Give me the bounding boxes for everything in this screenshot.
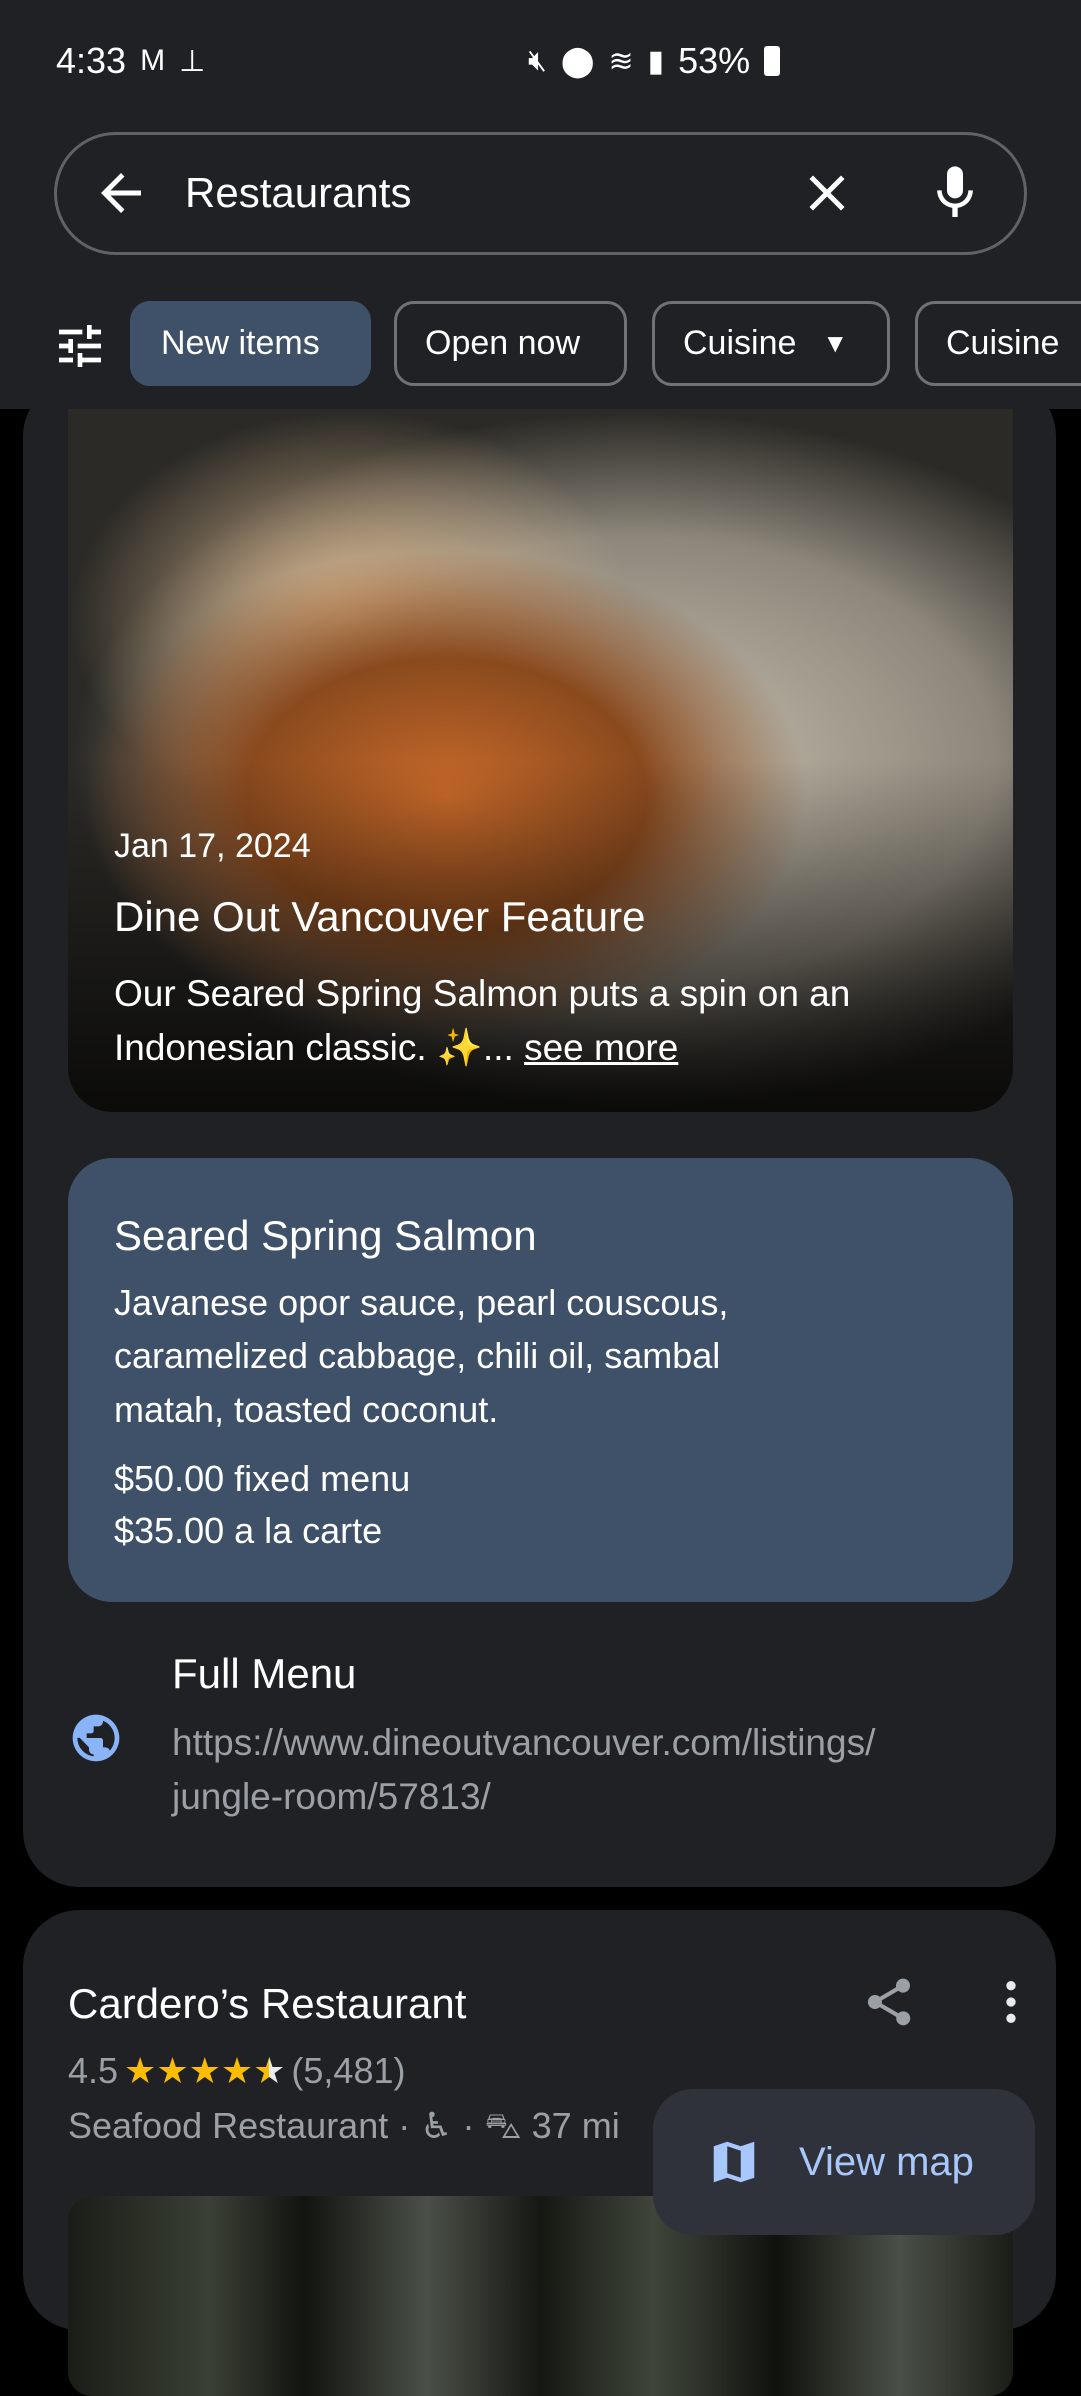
more-options-icon[interactable] bbox=[983, 1974, 1039, 2030]
view-map-label: View map bbox=[799, 2139, 974, 2184]
menu-item-desc-line: Javanese opor sauce, pearl couscous, bbox=[114, 1282, 729, 1323]
post-date: Jan 17, 2024 bbox=[114, 827, 311, 865]
full-menu-label: Full Menu bbox=[172, 1650, 357, 1697]
chip-label: New items bbox=[161, 324, 320, 362]
status-right: 🔇︎ ⬤ ≋ ▮ 53% bbox=[528, 40, 781, 82]
place-name: Cardero’s Restaurant bbox=[68, 1980, 467, 2027]
review-count: (5,481) bbox=[291, 2050, 406, 2091]
chip-cuisine[interactable]: Cuisine bbox=[915, 301, 1081, 386]
share-icon[interactable] bbox=[861, 1974, 917, 2030]
back-arrow-icon[interactable] bbox=[91, 163, 151, 223]
view-map-button[interactable]: View map bbox=[653, 2089, 1035, 2235]
pin-icon: ⊥ bbox=[179, 44, 206, 78]
menu-item-price: $50.00 fixed menu bbox=[114, 1458, 411, 1499]
location-icon: ⬤ bbox=[560, 44, 595, 78]
rating-value: 4.5 bbox=[68, 2050, 119, 2091]
globe-icon bbox=[72, 1714, 120, 1762]
top-header: 4:33 M ⊥ 🔇︎ ⬤ ≋ ▮ 53% Restaurants New it… bbox=[0, 0, 1081, 409]
wheelchair-icon: ♿︎ bbox=[420, 2105, 453, 2146]
distance: 37 mi bbox=[531, 2105, 620, 2146]
category-row: Seafood Restaurant · ♿︎ · ⛍ 37 mi bbox=[68, 2105, 620, 2146]
chip-label: Open now bbox=[425, 324, 580, 362]
gmail-icon: M bbox=[140, 44, 166, 77]
mute-icon: 🔇︎ bbox=[528, 44, 547, 77]
wifi-icon: ≋ bbox=[608, 44, 634, 78]
menu-item-box[interactable]: Seared Spring Salmon Javanese opor sauce… bbox=[68, 1158, 1013, 1602]
dropdown-triangle-icon: ▼ bbox=[822, 328, 849, 358]
post-title: Dine Out Vancouver Feature bbox=[114, 893, 646, 940]
chip-label: Cuisine bbox=[683, 324, 797, 362]
chip-cuisine-dropdown[interactable]: Cuisine ▼ bbox=[652, 301, 890, 386]
signal-icon: ▮ bbox=[647, 44, 665, 78]
status-left: 4:33 M ⊥ bbox=[56, 40, 205, 82]
see-more-link[interactable]: see more bbox=[524, 1027, 678, 1068]
clear-icon[interactable] bbox=[797, 163, 857, 223]
star-rating-icon: ★★★★★ bbox=[124, 2050, 286, 2091]
car-icon: ⛍ bbox=[484, 2105, 522, 2146]
post-photo[interactable]: Jan 17, 2024 Dine Out Vancouver Feature … bbox=[68, 409, 1013, 1112]
post-description-text: Our Seared Spring Salmon puts a spin on … bbox=[114, 973, 851, 1068]
menu-item-desc-line: matah, toasted coconut. bbox=[114, 1389, 499, 1430]
battery-text: 53% bbox=[678, 40, 751, 81]
clock: 4:33 bbox=[56, 40, 127, 81]
full-menu-url: https://www.dineoutvancouver.com/listing… bbox=[172, 1722, 876, 1763]
chip-new-items[interactable]: New items bbox=[130, 301, 371, 386]
menu-item-price: $35.00 a la carte bbox=[114, 1510, 383, 1551]
post-description: Our Seared Spring Salmon puts a spin on … bbox=[114, 967, 994, 1075]
filter-sliders-icon[interactable] bbox=[52, 318, 108, 374]
full-menu-link[interactable]: Full Menu https://www.dineoutvancouver.c… bbox=[68, 1650, 1028, 1830]
search-input[interactable]: Restaurants bbox=[185, 169, 411, 217]
menu-item-desc-line: caramelized cabbage, chili oil, sambal bbox=[114, 1335, 721, 1376]
place-category: Seafood Restaurant bbox=[68, 2105, 389, 2146]
full-menu-url: jungle-room/57813/ bbox=[172, 1776, 491, 1817]
chip-open-now[interactable]: Open now bbox=[394, 301, 627, 386]
rating-row: 4.5 ★★★★★ (5,481) bbox=[68, 2050, 406, 2092]
map-icon bbox=[713, 2141, 755, 2183]
microphone-icon[interactable] bbox=[923, 161, 987, 225]
battery-icon bbox=[764, 46, 781, 76]
search-bar[interactable]: Restaurants bbox=[54, 132, 1027, 255]
menu-item-name: Seared Spring Salmon bbox=[114, 1212, 537, 1259]
chip-label: Cuisine bbox=[946, 324, 1060, 362]
